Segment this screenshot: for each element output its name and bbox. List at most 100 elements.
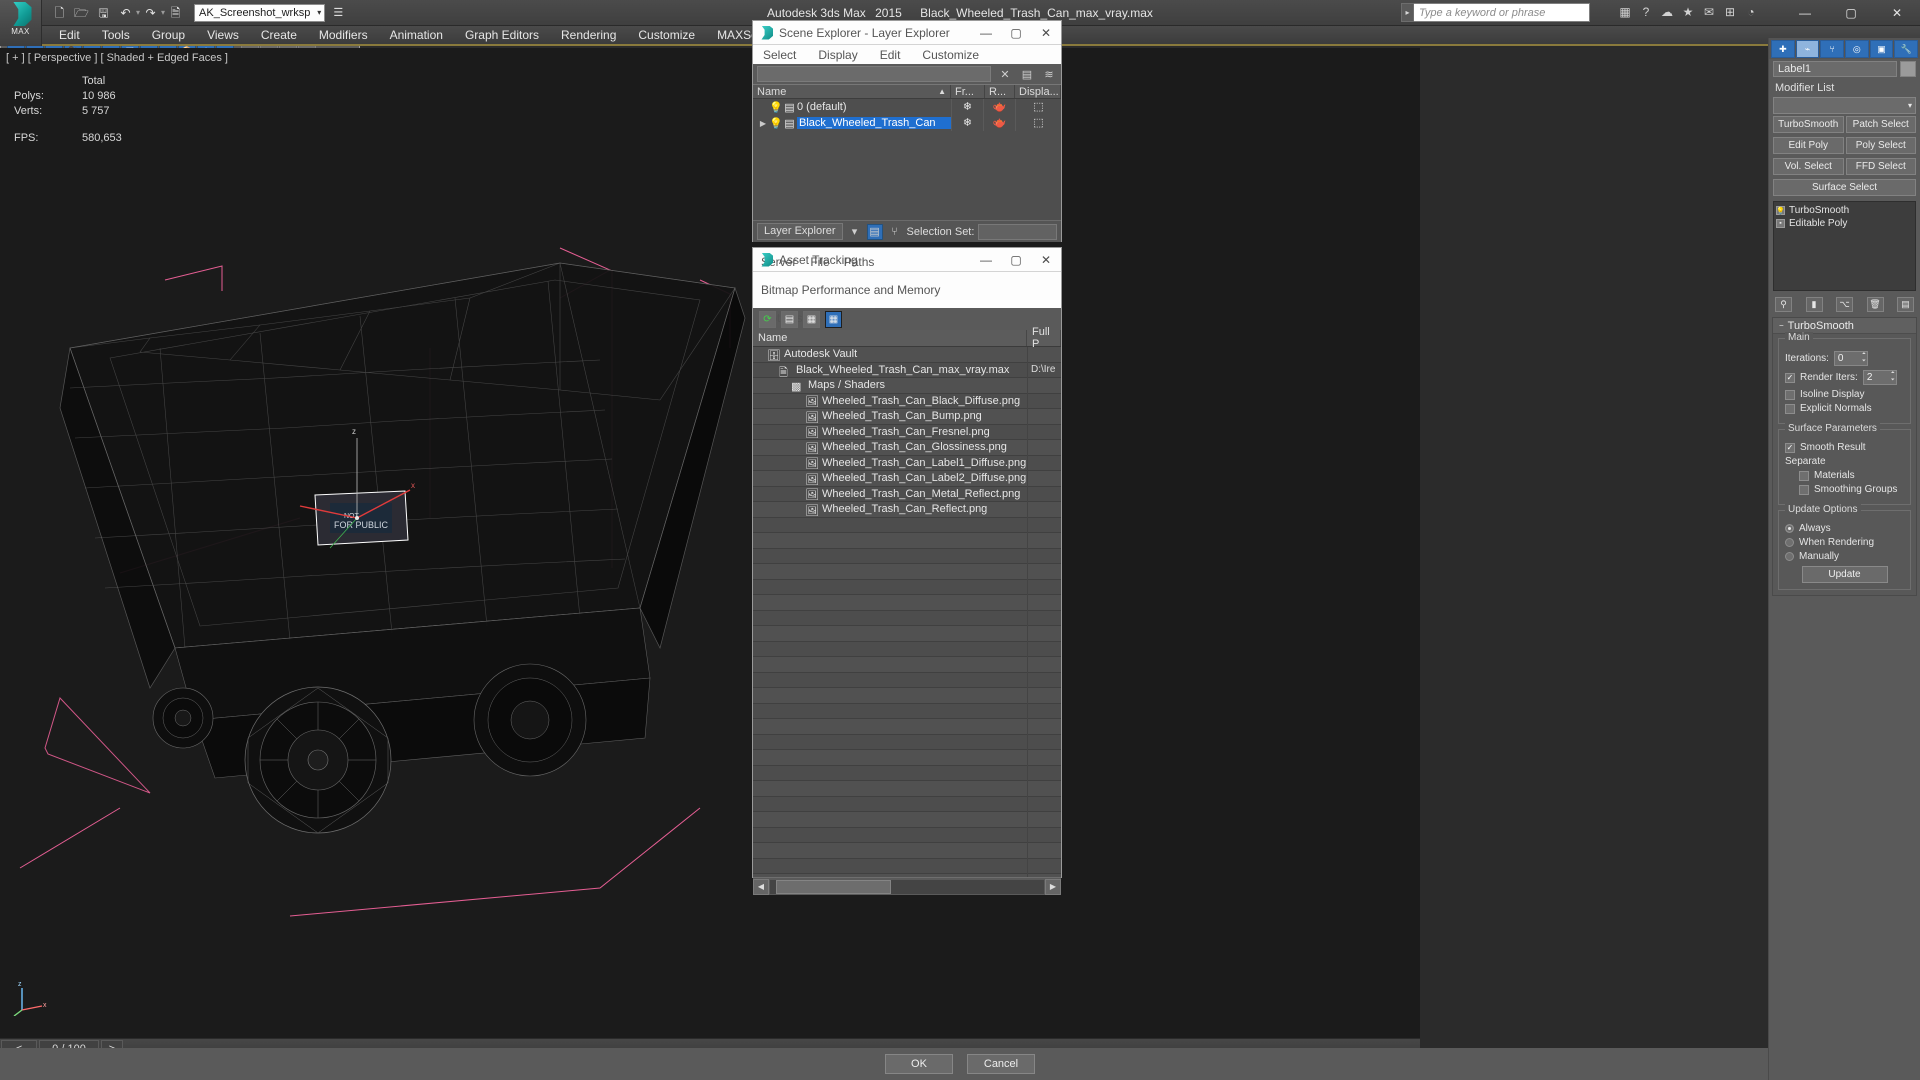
tab-motion[interactable]: ◎ <box>1845 40 1869 58</box>
rollout-toggle-icon[interactable]: − <box>1779 321 1784 330</box>
asset-row[interactable]: 🖼 Wheeled_Trash_Can_Fresnel.png <box>753 424 1061 440</box>
redo-icon[interactable]: ↷ <box>141 3 160 22</box>
smoothing-groups-checkbox[interactable] <box>1799 484 1809 495</box>
scene-explorer-row-default[interactable]: 💡 ▤ 0 (default) ❄ 🫖 ⬚ <box>753 99 1061 115</box>
asset-row-empty[interactable] <box>753 563 1061 580</box>
render-toggle-icon[interactable]: 🫖 <box>983 115 1015 131</box>
asset-tracking-window[interactable]: Asset Tracking — ▢ ✕ Server File Paths B… <box>752 247 1062 895</box>
asset-row-empty[interactable] <box>753 517 1061 533</box>
display-toggle-icon[interactable]: ⬚ <box>1015 99 1061 115</box>
menu-item-tools[interactable]: Tools <box>91 25 141 45</box>
render-iters-field[interactable]: ✓ Render Iters: 2 <box>1785 370 1904 385</box>
layer-name[interactable]: Black_Wheeled_Trash_Can <box>797 117 951 129</box>
modifier-stack-label[interactable]: Editable Poly <box>1789 218 1847 229</box>
scroll-thumb[interactable] <box>776 879 891 894</box>
modifier-stack[interactable]: 💡 TurboSmooth ▪ Editable Poly <box>1773 201 1916 291</box>
update-button[interactable]: Update <box>1801 566 1888 583</box>
asset-row[interactable]: 🗄 Autodesk Vault <box>753 347 1061 363</box>
asset-row-empty[interactable] <box>753 842 1061 859</box>
minimize-button[interactable]: — <box>1782 0 1828 26</box>
menu-item-graph-editors[interactable]: Graph Editors <box>454 25 550 45</box>
cancel-button[interactable]: Cancel <box>967 1054 1035 1074</box>
asset-row-empty[interactable] <box>753 703 1061 719</box>
scroll-right-icon[interactable]: ▶ <box>1045 878 1061 895</box>
asset-row[interactable]: 🖼 Wheeled_Trash_Can_Reflect.png <box>753 501 1061 518</box>
explicit-normals-row[interactable]: Explicit Normals <box>1785 403 1904 414</box>
modifier-turbosmooth-button[interactable]: TurboSmooth <box>1773 116 1844 133</box>
modifier-edit-poly-button[interactable]: Edit Poly <box>1773 137 1844 154</box>
render-iters-spinner[interactable]: 2 <box>1862 370 1897 385</box>
scroll-track[interactable] <box>770 879 1044 894</box>
asset-tracking-list[interactable]: 🗄 Autodesk Vault 🗎 Black_Wheeled_Trash_C… <box>753 347 1061 877</box>
menu-item-rendering[interactable]: Rendering <box>550 25 627 45</box>
asset-name[interactable]: Wheeled_Trash_Can_Label1_Diffuse.png <box>822 457 1027 469</box>
asset-row-empty[interactable] <box>753 718 1061 735</box>
freeze-toggle-icon[interactable]: ❄ <box>951 115 983 131</box>
modifier-stack-item-editable-poly[interactable]: ▪ Editable Poly <box>1776 217 1913 230</box>
save-icon[interactable]: 🖫 <box>94 3 113 22</box>
qat-more-icon[interactable]: ☰ <box>333 6 343 19</box>
modifier-ffd-select-button[interactable]: FFD Select <box>1845 158 1916 175</box>
asset-row[interactable]: 🖼 Wheeled_Trash_Can_Bump.png <box>753 408 1061 425</box>
modifier-vol-select-button[interactable]: Vol. Select <box>1773 158 1844 175</box>
command-panel[interactable]: ✚ ⌁ ⑂ ◎ ▣ 🔧 Label1 Modifier List TurboSm… <box>1768 38 1920 1080</box>
modifier-poly-select-button[interactable]: Poly Select <box>1845 137 1916 154</box>
scroll-left-icon[interactable]: ◀ <box>753 878 769 895</box>
scene-explorer-menu-display[interactable]: Display <box>818 48 857 62</box>
subscription-icon[interactable]: ☁ <box>1658 3 1676 21</box>
asset-row[interactable]: ▩ Maps / Shaders <box>753 377 1061 394</box>
detail-view-icon[interactable]: ▦ <box>803 310 820 328</box>
smoothing-groups-row[interactable]: Smoothing Groups <box>1799 484 1904 495</box>
asset-row-empty[interactable] <box>753 548 1061 564</box>
refresh-icon[interactable]: ⟳ <box>759 310 776 328</box>
smooth-result-checkbox[interactable]: ✓ <box>1785 442 1795 453</box>
tab-dropdown-icon[interactable]: ▾ <box>847 224 863 240</box>
object-color-swatch[interactable] <box>1900 61 1916 77</box>
scene-explorer-menu-customize[interactable]: Customize <box>922 48 979 62</box>
asset-row-empty[interactable] <box>753 780 1061 797</box>
iterations-spinner[interactable]: 0 <box>1833 351 1868 366</box>
se-col-freeze[interactable]: Fr... <box>951 85 985 98</box>
asset-row-empty[interactable] <box>753 734 1061 750</box>
asset-row-empty[interactable] <box>753 796 1061 812</box>
asset-row-empty[interactable] <box>753 532 1061 549</box>
asset-row-empty[interactable] <box>753 827 1061 843</box>
account-icon[interactable]: ◔ <box>1742 3 1760 21</box>
menu-item-create[interactable]: Create <box>250 25 308 45</box>
search-expand-icon[interactable]: ▸ <box>1401 3 1414 22</box>
favorites-icon[interactable]: ★ <box>1679 3 1697 21</box>
update-always-radio[interactable] <box>1785 524 1794 533</box>
make-unique-icon[interactable]: ⌥ <box>1836 297 1853 312</box>
new-layer-icon[interactable]: ▤ <box>1019 66 1035 82</box>
explicit-normals-checkbox[interactable] <box>1785 403 1795 414</box>
lightbulb-icon[interactable]: 💡 <box>769 101 783 114</box>
list-view-icon[interactable]: ▤ <box>781 310 798 328</box>
tab-hierarchy[interactable]: ⑂ <box>1820 40 1845 58</box>
new-icon[interactable]: 🗋 <box>50 3 69 22</box>
asset-row[interactable]: 🖼 Wheeled_Trash_Can_Glossiness.png <box>753 439 1061 456</box>
scene-explorer-menu-edit[interactable]: Edit <box>880 48 901 62</box>
asset-tracking-horizontal-scrollbar[interactable]: ◀ ▶ <box>753 877 1061 895</box>
display-toggle-icon[interactable]: ⬚ <box>1015 115 1061 131</box>
at-menu-paths[interactable]: Paths <box>844 255 875 269</box>
asset-tracking-close-button[interactable]: ✕ <box>1031 248 1061 272</box>
clear-search-icon[interactable]: ✕ <box>997 66 1013 82</box>
asset-name[interactable]: Wheeled_Trash_Can_Label2_Diffuse.png <box>822 472 1027 484</box>
asset-row-empty[interactable] <box>753 610 1061 626</box>
lightbulb-icon[interactable]: 💡 <box>769 117 783 130</box>
tab-create[interactable]: ✚ <box>1771 40 1795 58</box>
asset-row-empty[interactable] <box>753 641 1061 657</box>
scene-explorer-window[interactable]: Scene Explorer - Layer Explorer — ▢ ✕ Se… <box>752 20 1062 242</box>
asset-name[interactable]: Wheeled_Trash_Can_Black_Diffuse.png <box>822 395 1027 407</box>
layer-name[interactable]: 0 (default) <box>797 101 951 113</box>
help-icon[interactable]: ? <box>1637 3 1655 21</box>
configure-sets-icon[interactable]: ▤ <box>1897 297 1914 312</box>
modifier-stack-item-turbosmooth[interactable]: 💡 TurboSmooth <box>1776 204 1913 217</box>
materials-checkbox[interactable] <box>1799 470 1809 481</box>
asset-row[interactable]: 🖼 Wheeled_Trash_Can_Metal_Reflect.png <box>753 486 1061 502</box>
expand-arrow-icon[interactable]: ▶ <box>757 119 769 128</box>
close-button[interactable]: ✕ <box>1874 0 1920 26</box>
asset-name[interactable]: Wheeled_Trash_Can_Glossiness.png <box>822 441 1027 453</box>
freeze-toggle-icon[interactable]: ❄ <box>951 99 983 115</box>
selection-set-input[interactable] <box>978 223 1057 240</box>
